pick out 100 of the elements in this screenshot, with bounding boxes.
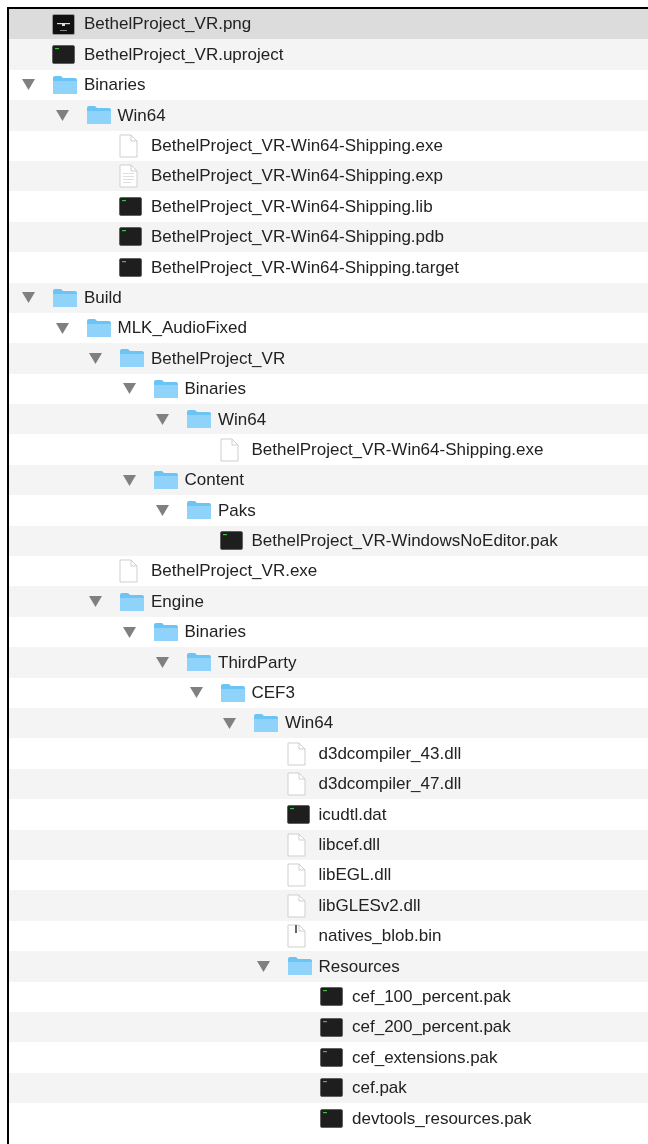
expanded-triangle-icon[interactable] [223,717,236,729]
expanded-triangle-icon[interactable] [256,960,270,972]
folder-icon [152,622,179,642]
file-name: libGLESv2.dll [318,894,421,917]
file-row[interactable]: libcef.dll [9,829,648,860]
file-name: Binaries [184,378,246,401]
file-name: Resources [318,955,400,978]
file-name: cef_200_percent.pak [352,1016,511,1039]
file-row[interactable]: Build [9,282,648,313]
file-name: Binaries [184,621,246,644]
text-document-icon [119,164,138,189]
terminal-icon [119,197,142,217]
folder-icon [52,74,78,95]
terminal-icon [320,987,343,1007]
terminal-icon [286,804,310,824]
terminal-icon [52,45,75,65]
expanded-triangle-icon[interactable] [55,322,69,334]
file-name: CEF3 [251,682,295,705]
document-icon [219,437,239,462]
folder-icon [152,470,179,491]
folder-icon [85,105,112,126]
file-row[interactable]: BethelProject_VR-WindowsNoEditor.pak [9,525,648,557]
file-row[interactable]: Win64 [9,100,648,131]
expanded-triangle-icon[interactable] [122,474,136,486]
folder-icon [152,378,179,399]
file-name: BethelProject_VR-Win64-Shipping.exp [151,165,443,188]
file-name: Win64 [117,104,166,127]
document-icon [286,771,306,796]
expanded-triangle-icon[interactable] [156,413,169,425]
file-name: cef.pak [352,1077,407,1100]
document-icon [286,832,306,857]
file-name: BethelProject_VR-Win64-Shipping.exe [251,438,544,461]
file-row[interactable]: BethelProject_VR-Win64-Shipping.pdb [9,221,648,253]
file-row[interactable]: Win64 [9,708,648,739]
file-row[interactable]: ThirdParty [9,647,648,678]
file-name: icudtl.dat [318,803,387,826]
file-name: BethelProject_VR-WindowsNoEditor.pak [251,530,558,553]
file-name: BethelProject_VR-Win64-Shipping.pdb [151,226,444,249]
file-name: Win64 [285,712,334,735]
terminal-icon [219,531,243,551]
file-name: d3dcompiler_47.dll [318,773,462,796]
expanded-triangle-icon[interactable] [189,687,203,699]
folder-icon [119,591,145,612]
expanded-triangle-icon[interactable] [89,353,102,364]
expanded-triangle-icon[interactable] [156,656,169,668]
folder-icon [253,713,279,734]
folder-icon [52,287,78,308]
expanded-triangle-icon[interactable] [156,504,169,516]
image-thumbnail-icon [52,13,75,35]
file-name: BethelProject_VR [151,347,286,370]
file-name: MLK_AudioFixed [117,317,247,340]
file-name: Paks [218,499,256,522]
file-name: BethelProject_VR.exe [151,560,318,583]
file-name: d3dcompiler_43.dll [318,742,462,765]
document-icon [119,559,138,584]
expanded-triangle-icon[interactable] [22,79,35,91]
folder-icon [219,682,246,703]
terminal-icon [320,1108,343,1128]
file-name: Engine [151,590,204,613]
file-name: libcef.dll [318,834,380,856]
folder-icon [85,318,112,339]
file-name: libEGL.dll [318,864,392,887]
terminal-icon [119,227,142,247]
archive-file-icon [286,923,306,948]
folder-icon [186,409,212,430]
file-row[interactable]: BethelProject_VR [9,343,648,374]
expanded-triangle-icon[interactable] [55,109,69,121]
file-row[interactable]: d3dcompiler_47.dll [9,768,648,800]
file-row[interactable]: Engine [9,586,648,617]
document-icon [286,741,306,766]
document-icon [286,893,306,918]
file-name: Build [84,286,122,309]
document-icon [119,133,138,158]
file-name: BethelProject_VR.uproject [84,43,284,66]
file-name: cef_extensions.pak [352,1046,498,1069]
file-name: cef_100_percent.pak [352,985,511,1008]
file-name: BethelProject_VR-Win64-Shipping.exe [151,135,443,157]
file-name: Win64 [218,408,267,431]
terminal-icon [320,1078,343,1098]
folder-icon [186,500,212,521]
expanded-triangle-icon[interactable] [122,383,136,395]
folder-icon [186,652,212,673]
file-row[interactable]: cef.pak [9,1072,648,1104]
terminal-icon [320,1017,343,1037]
file-row[interactable]: cef_200_percent.pak [9,1011,648,1043]
expanded-triangle-icon[interactable] [89,596,102,608]
file-row[interactable]: BethelProject_VR-Win64-Shipping.exp [9,160,648,192]
file-row[interactable]: Content [9,464,648,496]
terminal-icon [320,1047,343,1067]
expanded-triangle-icon[interactable] [122,626,136,638]
expanded-triangle-icon[interactable] [22,292,35,304]
file-name: ThirdParty [218,651,297,674]
file-row[interactable]: Resources [9,951,648,982]
file-name: BethelProject_VR.png [84,13,252,36]
file-row[interactable]: BethelProject_VR.png [9,9,648,40]
file-row[interactable]: BethelProject_VR.uproject [9,39,648,70]
file-name: Content [184,469,245,492]
file-row[interactable]: libGLESv2.dll [9,890,648,921]
terminal-icon [119,257,142,277]
file-row[interactable]: Win64 [9,404,648,435]
